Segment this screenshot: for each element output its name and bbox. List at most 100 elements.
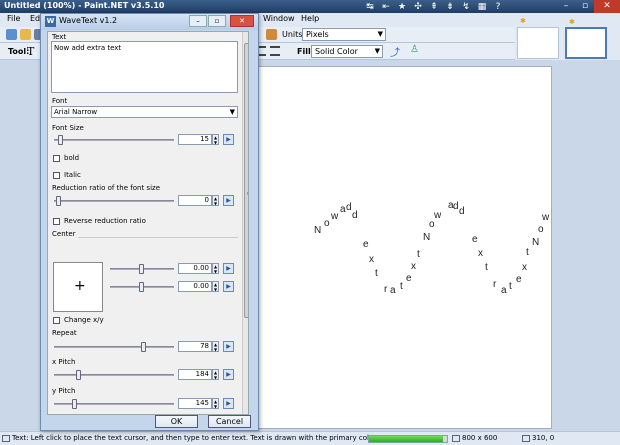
dialog-minimize-button[interactable]: –: [189, 15, 207, 27]
chevron-down-icon: ▼: [374, 47, 380, 55]
font-size-input[interactable]: 15: [178, 134, 212, 145]
layers-down-icon[interactable]: ⇟: [442, 0, 458, 13]
wave-text-letter: e: [363, 239, 369, 250]
grid-icon[interactable]: ▦: [474, 0, 490, 13]
chevron-down-icon: ▼: [229, 108, 235, 116]
menu-file[interactable]: File: [7, 14, 20, 23]
align-right-icon[interactable]: [270, 46, 280, 56]
repeat-input[interactable]: 78: [178, 341, 212, 352]
xpitch-slider-track[interactable]: [54, 374, 174, 376]
xpitch-slider-thumb[interactable]: [76, 370, 81, 380]
image-canvas[interactable]: NowaddextratextNowaddextratextNow: [253, 66, 552, 429]
wave-text-letter: x: [411, 261, 416, 272]
status-hint: Text: Left click to place the text curso…: [12, 434, 378, 442]
text-input[interactable]: Now add extra text: [51, 41, 238, 93]
font-select[interactable]: Arial Narrow ▼: [51, 106, 238, 118]
center-label: Center: [52, 230, 76, 238]
layers-up-icon[interactable]: ⇞: [426, 0, 442, 13]
font-size-spinner[interactable]: ▲ ▼: [212, 134, 219, 145]
open-file-icon[interactable]: [20, 29, 31, 40]
xpitch-spinner[interactable]: ▲ ▼: [212, 369, 219, 380]
maximize-button[interactable]: ▫: [576, 0, 594, 13]
history-window-icon[interactable]: ⇤: [378, 0, 394, 13]
center-y-slider-thumb[interactable]: [139, 282, 144, 292]
dialog-title: WaveText v1.2: [59, 16, 118, 25]
cancel-button[interactable]: Cancel: [208, 415, 251, 428]
center-picker[interactable]: +: [53, 262, 103, 312]
help-icon[interactable]: ?: [490, 0, 506, 13]
ruler-icon[interactable]: [266, 29, 277, 40]
ypitch-spinner[interactable]: ▲ ▼: [212, 398, 219, 409]
xpitch-input[interactable]: 184: [178, 369, 212, 380]
center-x-input[interactable]: 0.00: [178, 263, 212, 274]
bold-checkbox[interactable]: [53, 155, 60, 162]
repeat-slider-track[interactable]: [54, 346, 174, 348]
antialiasing-icon[interactable]: ⤴: [390, 44, 400, 59]
progress-fill: [369, 436, 444, 442]
reverse-checkbox[interactable]: [53, 218, 60, 225]
ypitch-slider-thumb[interactable]: [72, 399, 77, 409]
center-x-spinner[interactable]: ▲ ▼: [212, 263, 219, 274]
reduction-slider-thumb[interactable]: [56, 196, 61, 206]
reduction-reset-button[interactable]: ▶: [223, 195, 234, 206]
fill-select[interactable]: Solid Color ▼: [311, 45, 383, 58]
ypitch-input[interactable]: 145: [178, 398, 212, 409]
font-size-slider-track[interactable]: [54, 139, 174, 141]
menu-window[interactable]: Window: [263, 14, 295, 23]
wavetext-dialog: W WaveText v1.2 – ▫ ✕ Text Now add extra…: [40, 13, 259, 431]
center-divider: [78, 237, 238, 238]
reduction-spinner[interactable]: ▲ ▼: [212, 195, 219, 206]
grip-icon: ≡: [246, 191, 248, 197]
status-bar: Text: Left click to place the text curso…: [0, 431, 620, 445]
dialog-scrollbar-thumb[interactable]: ≡: [244, 43, 248, 318]
reduction-label: Reduction ratio of the font size: [52, 184, 160, 192]
wave-text-letter: a: [501, 285, 507, 296]
ypitch-reset-button[interactable]: ▶: [223, 398, 234, 409]
italic-checkbox[interactable]: [53, 172, 60, 179]
wave-text-letter: N: [423, 232, 431, 243]
blend-mode-icon[interactable]: ♙: [410, 44, 420, 55]
new-file-icon[interactable]: [6, 29, 17, 40]
menu-help[interactable]: Help: [301, 14, 319, 23]
dialog-scrollbar[interactable]: ≡: [242, 32, 248, 414]
ok-button[interactable]: OK: [155, 415, 198, 428]
image-size-icon: [452, 435, 460, 442]
close-button[interactable]: ✕: [594, 0, 620, 13]
minimize-button[interactable]: –: [557, 0, 575, 13]
dialog-close-button[interactable]: ✕: [230, 15, 254, 27]
center-y-spinner[interactable]: ▲ ▼: [212, 281, 219, 292]
font-label: Font: [52, 97, 68, 105]
thumbnail-image-2[interactable]: ✱: [565, 18, 607, 59]
crosshair-icon: +: [74, 278, 86, 294]
tool-window-icon[interactable]: ↹: [362, 0, 378, 13]
thumbnail-image-1[interactable]: ✱: [517, 17, 559, 59]
colors-window-icon[interactable]: ✣: [410, 0, 426, 13]
wave-text-letter: r: [384, 284, 388, 295]
wave-text-letter: e: [516, 274, 522, 285]
wave-text-letter: a: [390, 285, 396, 296]
wave-text-letter: e: [406, 273, 412, 284]
dialog-maximize-button[interactable]: ▫: [208, 15, 226, 27]
font-size-slider-thumb[interactable]: [58, 135, 63, 145]
wave-text-letter: t: [375, 268, 378, 279]
repeat-spinner[interactable]: ▲ ▼: [212, 341, 219, 352]
reduction-input[interactable]: 0: [178, 195, 212, 206]
xpitch-reset-button[interactable]: ▶: [223, 369, 234, 380]
favorites-icon[interactable]: ★: [394, 0, 410, 13]
wave-text-letter: N: [532, 237, 540, 248]
effects-icon[interactable]: ↯: [458, 0, 474, 13]
font-size-reset-button[interactable]: ▶: [223, 134, 234, 145]
text-tool-icon[interactable]: T: [27, 45, 34, 58]
reduction-slider-track[interactable]: [54, 200, 174, 202]
center-x-reset-button[interactable]: ▶: [223, 263, 234, 274]
font-value: Arial Narrow: [54, 108, 98, 116]
units-select[interactable]: Pixels ▼: [302, 28, 386, 41]
center-y-reset-button[interactable]: ▶: [223, 281, 234, 292]
repeat-slider-thumb[interactable]: [141, 342, 146, 352]
change-xy-checkbox[interactable]: [53, 317, 60, 324]
center-x-slider-thumb[interactable]: [139, 264, 144, 274]
repeat-reset-button[interactable]: ▶: [223, 341, 234, 352]
italic-label: Italic: [64, 171, 81, 179]
wave-text-letter: t: [400, 281, 403, 292]
center-y-input[interactable]: 0.00: [178, 281, 212, 292]
